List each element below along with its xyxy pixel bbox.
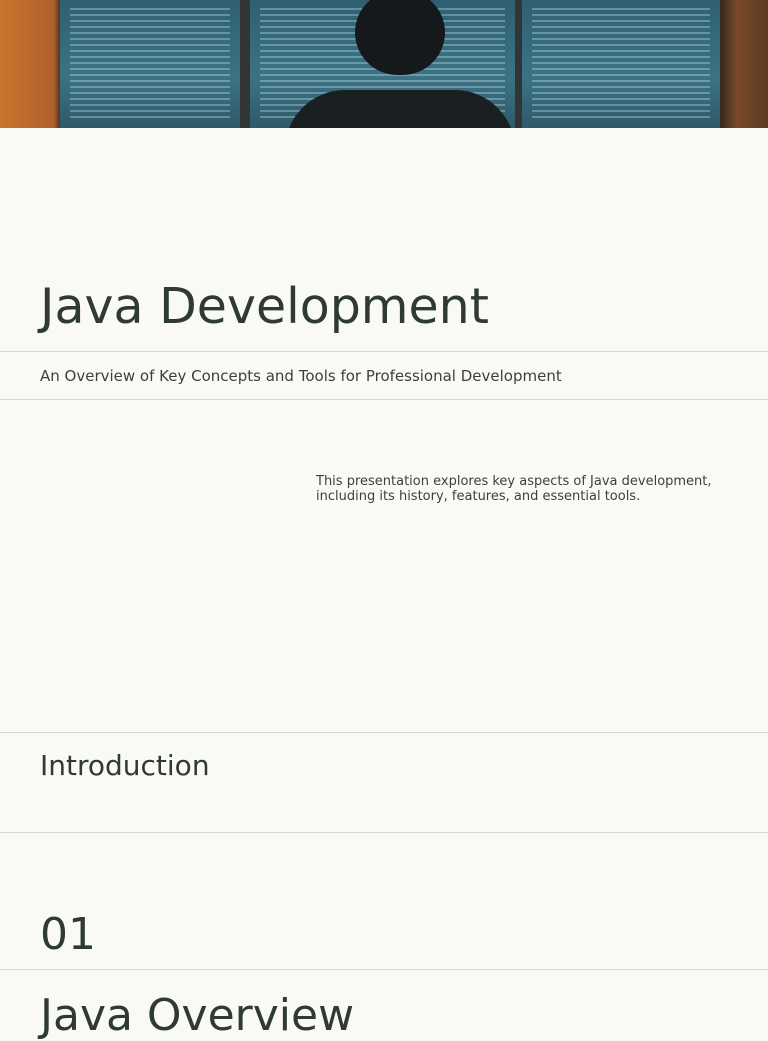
hero-image [0,0,768,128]
page-title: Java Development [40,278,489,335]
divider [0,732,768,733]
developer-silhouette [285,0,515,128]
description: This presentation explores key aspects o… [316,474,712,504]
divider [0,399,768,400]
divider [0,969,768,970]
page-subtitle: An Overview of Key Concepts and Tools fo… [40,367,562,385]
section-label: Introduction [40,749,210,782]
monitor-right [522,0,720,128]
section-number: 01 [40,909,96,960]
divider [0,351,768,352]
monitor-left [60,0,240,128]
section-heading: Java Overview [40,990,355,1041]
divider [0,832,768,833]
